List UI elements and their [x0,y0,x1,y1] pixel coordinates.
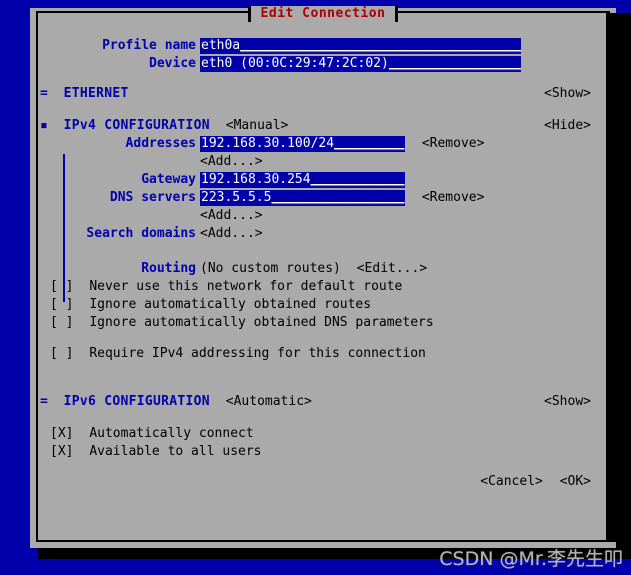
addresses-label: Addresses [125,136,196,151]
dialog-title-bar: Edit Connection [36,4,610,23]
gateway-field-wrap: 192.168.30.254____________ [200,172,405,188]
device-label: Device [149,56,196,71]
checkbox-label: Automatically connect [89,426,254,441]
checkbox-box: [ ] [50,279,74,294]
gateway-input[interactable]: 192.168.30.254____________ [200,172,405,188]
checkbox-ignore-dns[interactable]: [ ] Ignore automatically obtained DNS pa… [50,315,434,331]
scrollbar-gutter[interactable] [606,13,616,542]
dialog-content: Profile name eth0a______________________… [40,26,606,539]
checkbox-label: Require IPv4 addressing for this connect… [89,346,426,361]
routing-label: Routing [141,261,196,276]
profile-name-input[interactable]: eth0a___________________________________… [200,38,521,54]
ok-button[interactable]: <OK> [560,474,591,489]
checkbox-box: [ ] [50,297,74,312]
search-domains-label: Search domains [86,226,196,241]
dns-server-input[interactable]: 223.5.5.5_________________ [200,190,405,206]
checkbox-box: [ ] [50,346,74,361]
dns-servers-label: DNS servers [109,190,196,205]
address-add-button[interactable]: <Add...> [200,154,263,170]
checkbox-box: [X] [50,426,74,441]
routing-status: (No custom routes) [200,261,341,276]
dns-add-button[interactable]: <Add...> [200,208,263,224]
addresses-field-wrap: 192.168.30.100/24_________ <Remove> [200,136,484,152]
checkbox-label: Ignore automatically obtained routes [89,297,372,312]
cancel-button[interactable]: <Cancel> [480,474,543,489]
checkbox-available-all-users[interactable]: [X] Available to all users [50,444,262,460]
routing-value-wrap: (No custom routes) <Edit...> [200,261,427,277]
routing-edit-button[interactable]: <Edit...> [357,261,427,276]
title-right-tick [395,5,399,22]
checkbox-never-default-route[interactable]: [ ] Never use this network for default r… [50,279,402,295]
search-domains-add-button[interactable]: <Add...> [200,226,263,242]
dns-remove-button[interactable]: <Remove> [422,190,485,205]
checkbox-box: [ ] [50,315,74,330]
dialog-actions: <Cancel> <OK> [40,474,591,490]
terminal-screen: Edit Connection Profile name eth0a______… [0,0,631,575]
device-input[interactable]: eth0 (00:0C:29:47:2C:02)________________… [200,56,521,72]
page-title: Edit Connection [250,5,396,22]
dns-field-wrap: 223.5.5.5_________________ <Remove> [200,190,484,206]
ethernet-show-button[interactable]: <Show> [40,86,591,102]
gateway-label: Gateway [141,172,196,187]
checkbox-label: Available to all users [89,444,262,459]
checkbox-automatically-connect[interactable]: [X] Automatically connect [50,426,254,442]
profile-name-label: Profile name [102,38,196,53]
checkbox-require-ipv4[interactable]: [ ] Require IPv4 addressing for this con… [50,346,426,362]
address-remove-button[interactable]: <Remove> [422,136,485,151]
ipv6-show-button[interactable]: <Show> [40,394,591,410]
checkbox-label: Never use this network for default route [89,279,403,294]
address-input[interactable]: 192.168.30.100/24_________ [200,136,405,152]
checkbox-ignore-routes[interactable]: [ ] Ignore automatically obtained routes [50,297,371,313]
ipv4-hide-button[interactable]: <Hide> [40,118,591,134]
device-field-wrap: eth0 (00:0C:29:47:2C:02)________________… [200,56,521,72]
profile-name-field-wrap: eth0a___________________________________… [200,38,521,54]
checkbox-label: Ignore automatically obtained DNS parame… [89,315,434,330]
checkbox-box: [X] [50,444,74,459]
